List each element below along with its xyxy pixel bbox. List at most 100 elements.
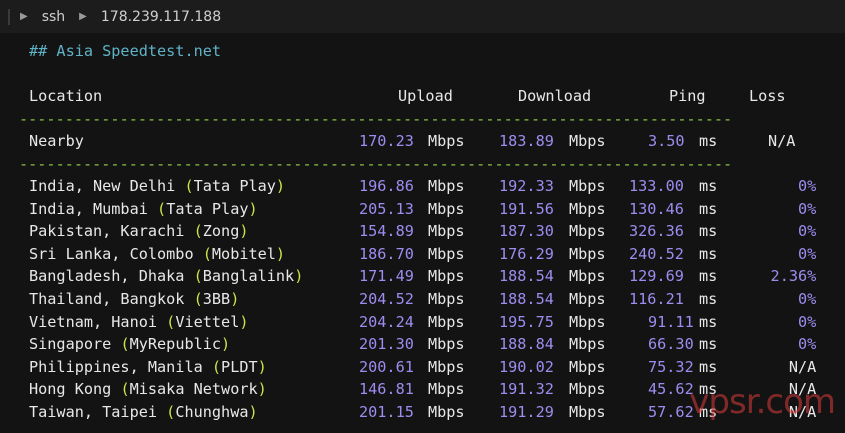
nearby-row: Nearby 170.23 Mbps 183.89 Mbps 3.50 ms N… [29,130,829,152]
row-location: India, Mumbai (Tata Play) [29,198,258,220]
row-download: 191.29 [499,403,554,421]
row-place: Bangladesh, Dhaka [29,267,185,286]
row-ping: 130.46 [629,199,684,218]
close-paren: ) [248,199,258,218]
row-loss: N/A [788,357,817,376]
close-paren: ) [275,244,286,263]
close-paren: ) [230,290,240,308]
row-ping-unit: ms [699,177,718,195]
row-download: 191.32 [499,380,554,399]
open-paren: ( [166,403,176,421]
row-location: Hong Kong (Misaka Network) [29,378,267,400]
close-paren: ) [239,222,249,241]
terminal-output[interactable]: ## Asia Speedtest.net Location Upload Do… [0,33,845,433]
section-heading: ## Asia Speedtest.net [29,42,222,60]
row-upload: 205.13 [359,199,414,218]
row-isp: PLDT [221,357,258,376]
row-upload-unit: Mbps [428,290,465,308]
row-loss: 2.36% [770,267,817,286]
nearby-ping-unit: ms [699,132,718,150]
row-place: Thailand, Bangkok [29,290,185,308]
row-download: 188.84 [499,335,554,354]
list-item: Singapore (MyRepublic) 201.30 Mbps 188.84 Mb… [29,333,829,355]
breadcrumb-ssh[interactable]: ssh [42,9,65,25]
row-location: Taiwan, Taipei (Chunghwa) [29,401,258,423]
row-isp: Misaka Network [129,380,258,399]
row-place: Sri Lanka, Colombo [29,244,194,263]
row-place: Vietnam, Hanoi [29,312,158,331]
row-upload: 201.30 [359,335,414,354]
row-upload-unit: Mbps [428,199,465,218]
row-place: Philippines, Manila [29,357,203,376]
row-location: Bangladesh, Dhaka (Banglalink) [29,265,303,287]
row-isp: Zong [202,222,240,241]
row-ping-unit: ms [699,244,718,263]
row-loss: 0% [798,177,817,195]
row-place: Pakistan, Karachi [29,222,185,241]
list-item: Vietnam, Hanoi (Viettel) 204.24 Mbps 195.75… [29,311,829,333]
list-item: India, New Delhi (Tata Play) 196.86 Mbps 19… [29,175,829,197]
chevron-right-icon[interactable]: ▶ [20,11,28,22]
row-ping-unit: ms [699,267,718,286]
row-ping-unit: ms [699,199,718,218]
row-upload-unit: Mbps [428,177,465,195]
panel-edge [8,8,10,25]
row-download: 190.02 [499,357,554,376]
row-upload: 146.81 [359,380,414,399]
row-download: 195.75 [499,312,554,331]
row-upload-unit: Mbps [428,380,465,399]
row-ping: 133.00 [629,177,684,195]
row-download: 187.30 [499,222,554,241]
open-paren: ( [166,312,176,331]
row-place: India, Mumbai [29,199,148,218]
row-ping: 91.11 [648,312,694,331]
row-isp: Mobitel [211,244,276,263]
watermark-logo: vpsr.com [689,382,836,422]
row-download-unit: Mbps [569,312,606,331]
row-isp: Banglalink [202,267,295,286]
row-upload: 171.49 [359,267,414,286]
row-ping: 129.69 [629,267,684,286]
row-place: Hong Kong [29,380,112,399]
row-place: India, New Delhi [29,177,176,195]
row-ping-unit: ms [699,357,718,376]
close-paren: ) [257,380,267,399]
row-ping-unit: ms [699,335,718,354]
close-paren: ) [294,267,304,286]
open-paren: ( [120,335,130,354]
row-download: 191.56 [499,199,554,218]
row-isp: Viettel [175,312,240,331]
row-upload: 196.86 [359,177,414,195]
row-download-unit: Mbps [569,357,606,376]
row-location: India, New Delhi (Tata Play) [29,175,285,197]
row-location: Vietnam, Hanoi (Viettel) [29,311,249,333]
open-paren: ( [184,177,194,195]
row-download: 192.33 [499,177,554,195]
row-download-unit: Mbps [569,244,606,263]
row-download-unit: Mbps [569,403,606,421]
row-loss: 0% [798,199,817,218]
row-upload: 201.15 [359,403,414,421]
open-paren: ( [193,290,203,308]
table-header: Location Upload Download Ping Loss [29,85,829,107]
list-item: Philippines, Manila (PLDT) 200.61 Mbps 190.… [29,356,829,378]
breadcrumb-host[interactable]: 178.239.117.188 [101,9,221,25]
row-upload: 204.24 [359,312,414,331]
close-paren: ) [221,335,231,354]
row-place: Taiwan, Taipei [29,403,158,421]
header-location: Location [29,87,103,105]
nearby-location: Nearby [29,132,84,150]
chevron-right-icon[interactable]: ▶ [79,11,87,22]
row-isp: Tata Play [193,177,276,195]
row-ping: 326.36 [629,222,684,241]
row-download-unit: Mbps [569,177,606,195]
list-item: Thailand, Bangkok (3BB) 204.52 Mbps 188.54 M… [29,288,829,310]
open-paren: ( [193,222,203,241]
row-ping: 116.21 [629,290,684,308]
close-paren: ) [275,177,286,195]
open-paren: ( [193,267,203,286]
row-isp: Chunghwa [175,403,249,421]
header-ping: Ping [669,87,706,105]
row-isp: 3BB [202,290,231,308]
row-ping: 45.62 [648,380,694,399]
